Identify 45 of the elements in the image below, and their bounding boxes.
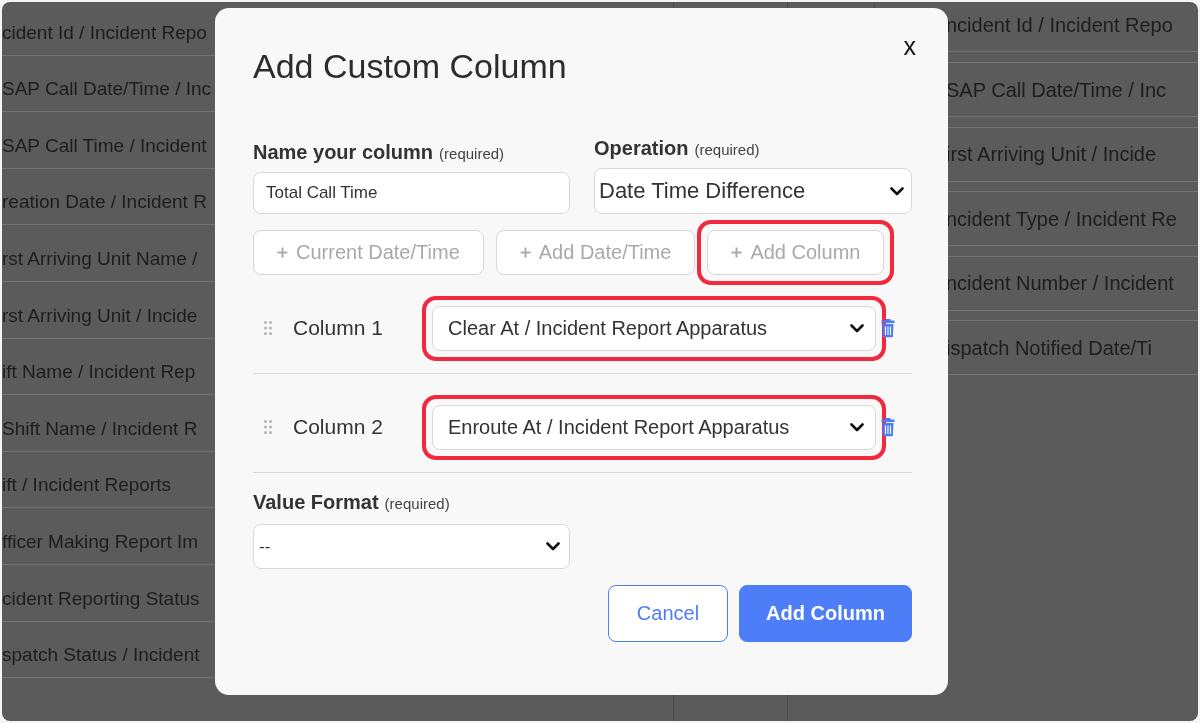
drag-handle-icon[interactable]	[264, 420, 272, 434]
field-label: Value Format	[253, 490, 379, 514]
field-label: Operation	[594, 136, 689, 160]
required-hint: (required)	[694, 140, 760, 160]
trash-icon[interactable]	[881, 417, 895, 437]
plus-icon	[731, 247, 743, 258]
required-hint: (required)	[384, 494, 450, 514]
cancel-button[interactable]: Cancel	[608, 585, 728, 642]
required-hint: (required)	[439, 144, 505, 164]
value-format-select[interactable]: --	[253, 524, 570, 569]
plus-icon	[277, 247, 288, 258]
list-item-text: rst Arriving Unit / Incide	[2, 303, 198, 328]
operation-select[interactable]: Date Time Difference	[594, 168, 912, 214]
drag-handle-icon[interactable]	[264, 321, 272, 335]
trash-icon[interactable]	[881, 318, 895, 338]
list-item-text: ift / Incident Reports	[2, 473, 171, 498]
column-select[interactable]: Clear At / Incident Report Apparatus	[432, 305, 876, 351]
add-column-button[interactable]: Add Column	[739, 585, 912, 642]
list-item-text: cident Id / Incident Repo	[2, 20, 207, 45]
column-name-input[interactable]: Total Call Time	[253, 172, 570, 214]
list-item-text: ncident Type / Incident Re	[946, 206, 1177, 231]
list-item-text: ncident Number / Incident	[946, 271, 1174, 296]
chevron-icon	[890, 186, 904, 196]
list-item-text: rst Arriving Unit Name /	[2, 246, 198, 271]
list-item-text: cident Reporting Status	[2, 586, 200, 611]
chevron-icon	[850, 422, 864, 432]
field-label: Name your column	[253, 140, 434, 164]
close-button[interactable]: x	[901, 32, 918, 60]
chevron-icon	[850, 323, 864, 333]
list-item-text: ispatch Notified Date/Ti	[946, 335, 1152, 360]
list-item-text: ift Name / Incident Rep	[2, 360, 196, 385]
list-item-text: ncident Id / Incident Repo	[946, 12, 1173, 37]
list-item-text: spatch Status / Incident	[2, 643, 200, 668]
column-label: Column 1	[293, 316, 384, 340]
list-item-text: Shift Name / Incident R	[2, 416, 198, 441]
dialog-title: Add Custom Column	[253, 48, 567, 84]
list-item-text: SAP Call Date/Time / Inc	[946, 77, 1167, 102]
plus-icon	[519, 247, 531, 258]
column-label: Column 2	[293, 415, 384, 439]
list-item-text: SAP Call Time / Incident	[2, 133, 207, 158]
list-item-text: SAP Call Date/Time / Inc	[2, 77, 212, 102]
chevron-icon	[546, 542, 560, 551]
column-select[interactable]: Enroute At / Incident Report Apparatus	[432, 404, 876, 450]
list-item-text: fficer Making Report Im	[2, 529, 199, 554]
list-item-text: reation Date / Incident R	[2, 190, 207, 215]
